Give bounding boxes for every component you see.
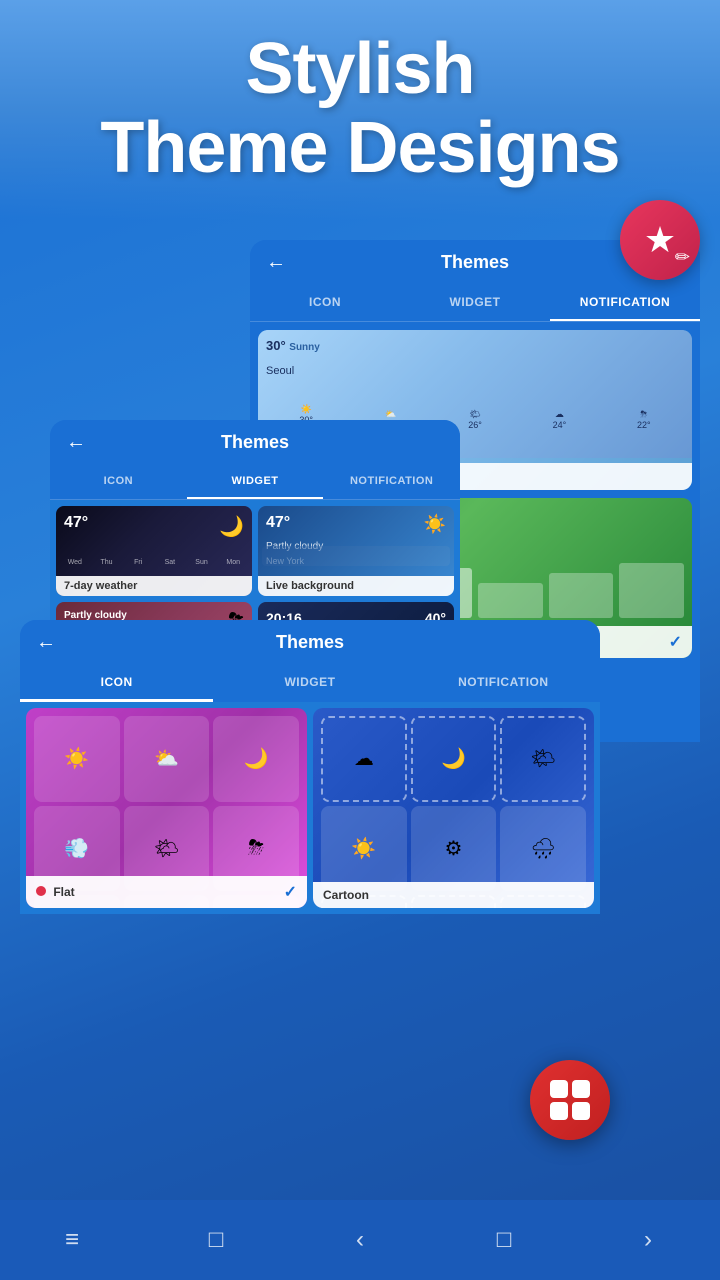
fab-cell-3 [550, 1102, 568, 1120]
window-front: ← Themes ICON WIDGET NOTIFICATION ☀️ ⛅ 🌙… [20, 620, 600, 914]
fab-cell-2 [572, 1080, 590, 1098]
nav-forward[interactable]: › [618, 1220, 678, 1260]
flat-red-dot [36, 886, 46, 896]
cartoon-icon-sun: ☀️ [321, 806, 407, 892]
front-window-content: ☀️ ⛅ 🌙 💨 🌤 ⛈ 🌙 ⛅ 🌧 Flat ✓ [20, 702, 600, 914]
flat-check: ✓ [284, 882, 297, 902]
tab-notification-back[interactable]: NOTIFICATION [550, 285, 700, 321]
star-icon: ★ [644, 219, 676, 261]
tab-widget-mid[interactable]: WIDGET [187, 465, 324, 499]
flat-icon-moon1: 🌙 [213, 716, 299, 802]
hourly-check: ✓ [669, 632, 682, 652]
tab-notification-mid[interactable]: NOTIFICATION [323, 465, 460, 499]
nav-bar: ≡ □ ‹ □ › [0, 1200, 720, 1280]
tab-widget-front[interactable]: WIDGET [213, 665, 406, 702]
hero-title: Stylish Theme Designs [0, 30, 720, 188]
back-window-tabs: ICON WIDGET NOTIFICATION [250, 285, 700, 322]
7day-dark-label: 7-day weather [56, 576, 252, 596]
thumb-temp-7day: 47° [64, 514, 88, 532]
tab-icon-back[interactable]: ICON [250, 285, 400, 321]
mid-window-tabs: ICON WIDGET NOTIFICATION [50, 465, 460, 500]
flat-theme-card[interactable]: ☀️ ⛅ 🌙 💨 🌤 ⛈ 🌙 ⛅ 🌧 Flat ✓ [26, 708, 307, 908]
fab-grid-icon [550, 1080, 590, 1120]
mid-window-header: ← Themes [50, 420, 460, 465]
fab-cell-4 [572, 1102, 590, 1120]
pencil-icon: ✏ [675, 247, 690, 268]
tab-icon-front[interactable]: ICON [20, 665, 213, 702]
back-button-mid[interactable]: ← [66, 431, 86, 454]
7day-dark-card[interactable]: 47° 🌙 Wed Thu Fri Sat Sun Mon 7-day weat… [56, 506, 252, 596]
front-window-title: Themes [276, 632, 344, 653]
thumb-moon-icon: 🌙 [219, 514, 244, 539]
back-window-title: Themes [441, 252, 509, 273]
back-button-back[interactable]: ← [266, 251, 286, 274]
cartoon-theme-card[interactable]: ☁ 🌙 🌤 ☀️ ⚙ 🌧 ☁ ⛈ 🌙 Cartoon [313, 708, 594, 908]
flat-icon-sun: ☀️ [34, 716, 120, 802]
front-window-tabs: ICON WIDGET NOTIFICATION [20, 665, 600, 702]
live-bg-label: Live background [258, 576, 454, 596]
fab-cell-1 [550, 1080, 568, 1098]
hero-section: Stylish Theme Designs [0, 30, 720, 188]
cartoon-icon-partly: 🌤 [500, 716, 586, 802]
cartoon-icon-rain: 🌧 [500, 806, 586, 892]
thumb-sun-icon: ☀️ [424, 514, 446, 535]
cartoon-theme-label: Cartoon [323, 888, 369, 902]
flat-theme-label: Flat [36, 885, 75, 899]
front-window-header: ← Themes [20, 620, 600, 665]
cartoon-icon-moon1: 🌙 [411, 716, 497, 802]
nav-home[interactable]: □ [186, 1220, 246, 1260]
flat-icon-cloud1: ⛅ [124, 716, 210, 802]
star-badge[interactable]: ★ ✏ [620, 200, 700, 280]
live-bg-card[interactable]: 47° ☀️ Partly cloudy New York Live backg… [258, 506, 454, 596]
tab-notification-front[interactable]: NOTIFICATION [407, 665, 600, 702]
cartoon-icon-grid: ☁ 🌙 🌤 ☀️ ⚙ 🌧 ☁ ⛈ 🌙 [313, 708, 594, 908]
thumb-temp-live: 47° [266, 514, 290, 532]
back-button-front[interactable]: ← [36, 631, 56, 654]
mid-window-title: Themes [221, 432, 289, 453]
fab-button[interactable] [530, 1060, 610, 1140]
windows-container: ← Themes ICON WIDGET NOTIFICATION 30° Su… [20, 240, 700, 1190]
tab-widget-back[interactable]: WIDGET [400, 285, 550, 321]
nav-back[interactable]: ‹ [330, 1220, 390, 1260]
tab-icon-mid[interactable]: ICON [50, 465, 187, 499]
cartoon-icon-cloud1: ☁ [321, 716, 407, 802]
nav-recent[interactable]: □ [474, 1220, 534, 1260]
cartoon-icon-gear: ⚙ [411, 806, 497, 892]
cartoon-theme-label-bar: Cartoon [313, 882, 594, 908]
flat-theme-label-bar: Flat ✓ [26, 876, 307, 908]
nav-menu[interactable]: ≡ [42, 1220, 102, 1260]
